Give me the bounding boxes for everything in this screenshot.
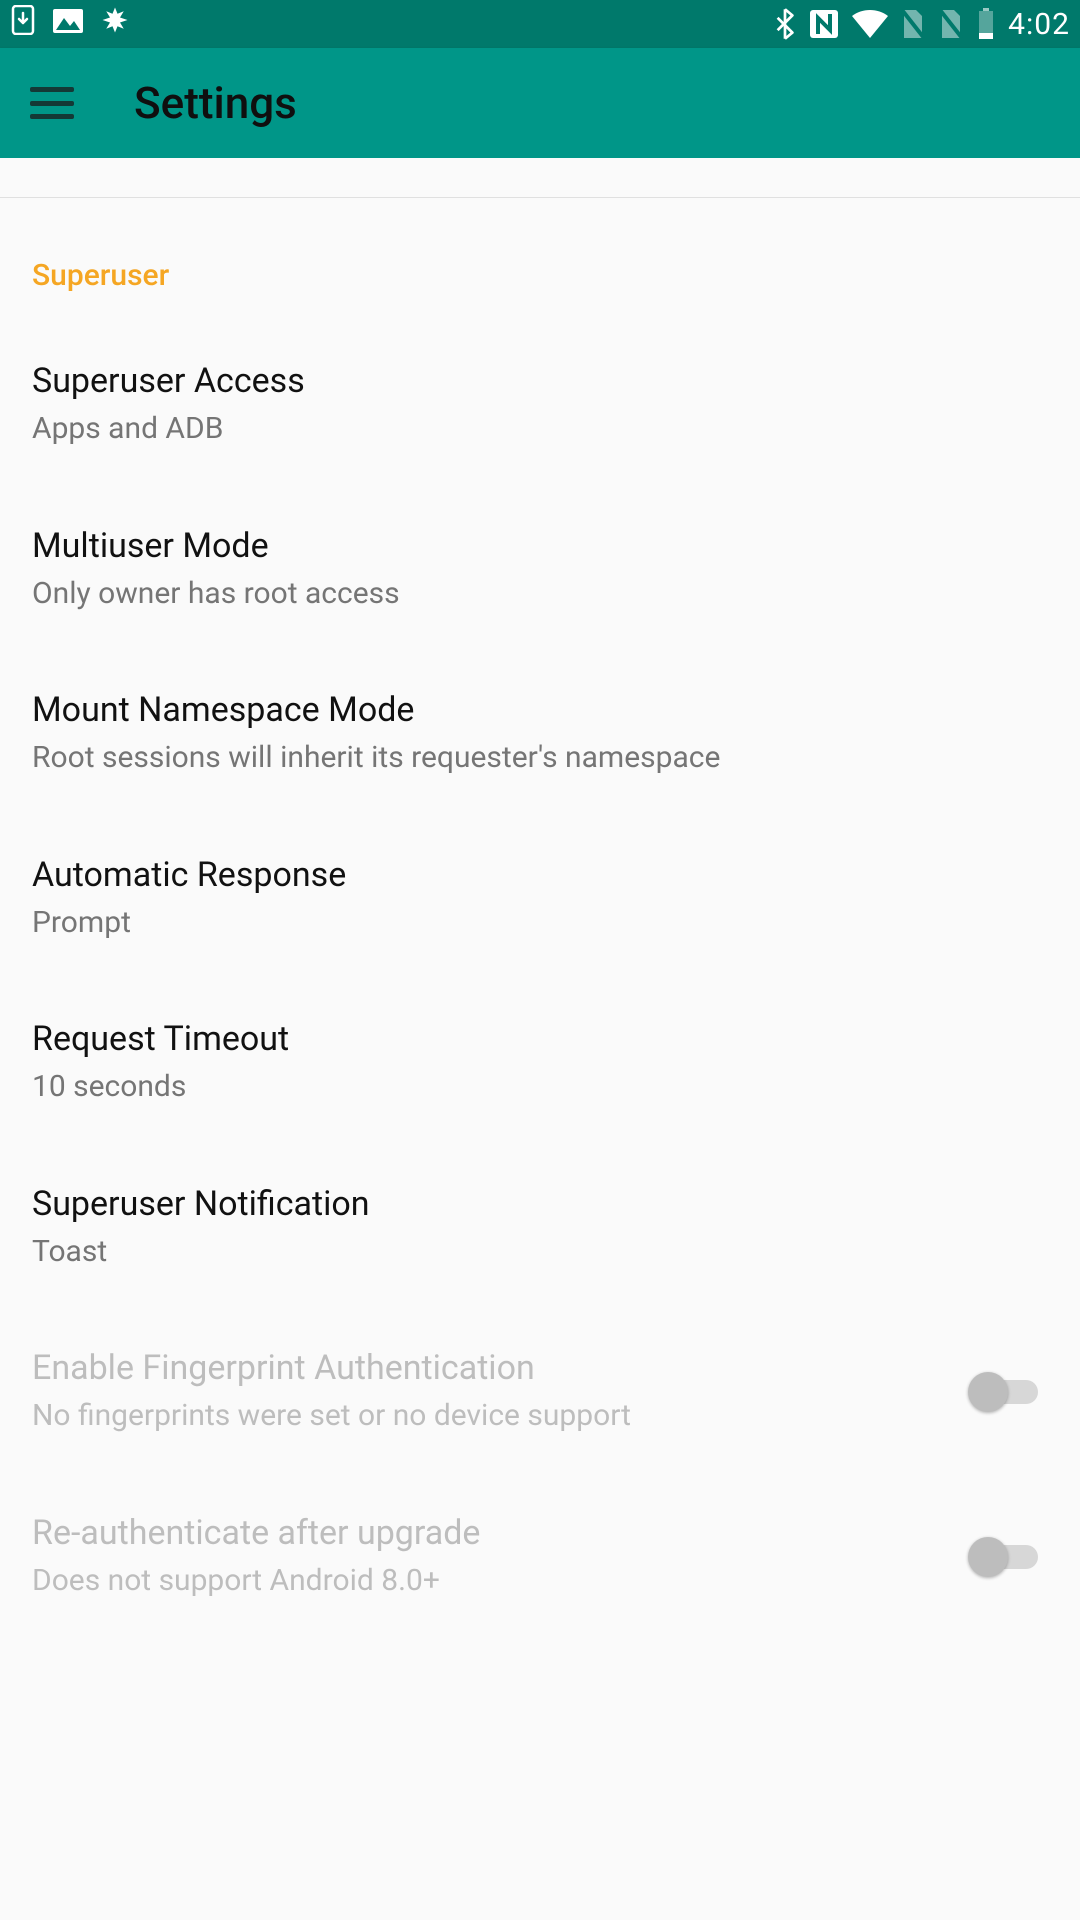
pref-title: Request Timeout: [32, 1019, 1048, 1059]
pref-request-timeout[interactable]: Request Timeout 10 seconds: [32, 981, 1048, 1146]
status-time: 4:02: [1008, 7, 1070, 42]
image-icon: [52, 7, 84, 42]
pref-title: Superuser Access: [32, 361, 1048, 401]
app-bar: Settings: [0, 48, 1080, 158]
pref-multiuser-mode[interactable]: Multiuser Mode Only owner has root acces…: [32, 488, 1048, 653]
pref-title: Superuser Notification: [32, 1184, 1048, 1224]
pref-subtitle: Prompt: [32, 903, 1048, 944]
nfc-icon: [808, 8, 840, 40]
menu-icon[interactable]: [30, 87, 74, 119]
pref-title: Automatic Response: [32, 855, 1048, 895]
divider: [0, 158, 1080, 198]
pref-mount-namespace[interactable]: Mount Namespace Mode Root sessions will …: [32, 652, 1048, 817]
pref-superuser-access[interactable]: Superuser Access Apps and ADB: [32, 323, 1048, 488]
pref-superuser-notification[interactable]: Superuser Notification Toast: [32, 1146, 1048, 1311]
sim1-disabled-icon: [900, 8, 926, 40]
section-header-superuser: Superuser: [32, 198, 1048, 323]
toggle-fingerprint: [968, 1368, 1048, 1416]
download-icon: [10, 5, 36, 43]
pref-reauthenticate: Re-authenticate after upgrade Does not s…: [32, 1475, 1048, 1640]
pref-subtitle: Only owner has root access: [32, 574, 1048, 615]
page-title: Settings: [134, 77, 297, 129]
pref-subtitle: No fingerprints were set or no device su…: [32, 1396, 631, 1437]
pref-title: Enable Fingerprint Authentication: [32, 1348, 631, 1388]
pref-title: Re-authenticate after upgrade: [32, 1513, 480, 1553]
pref-title: Mount Namespace Mode: [32, 690, 1048, 730]
settings-list: Superuser Superuser Access Apps and ADB …: [0, 198, 1080, 1639]
bluetooth-icon: [774, 8, 796, 40]
pref-fingerprint-auth: Enable Fingerprint Authentication No fin…: [32, 1310, 1048, 1475]
pref-subtitle: Toast: [32, 1232, 1048, 1273]
status-bar: 4:02: [0, 0, 1080, 48]
leaf-icon: [100, 5, 130, 43]
pref-subtitle: Does not support Android 8.0+: [32, 1561, 480, 1602]
pref-title: Multiuser Mode: [32, 526, 1048, 566]
sim2-disabled-icon: [938, 8, 964, 40]
pref-subtitle: Root sessions will inherit its requester…: [32, 738, 1048, 779]
pref-automatic-response[interactable]: Automatic Response Prompt: [32, 817, 1048, 982]
toggle-reauthenticate: [968, 1533, 1048, 1581]
pref-subtitle: 10 seconds: [32, 1067, 1048, 1108]
pref-subtitle: Apps and ADB: [32, 409, 1048, 450]
wifi-icon: [852, 10, 888, 38]
battery-low-icon: [976, 8, 996, 40]
